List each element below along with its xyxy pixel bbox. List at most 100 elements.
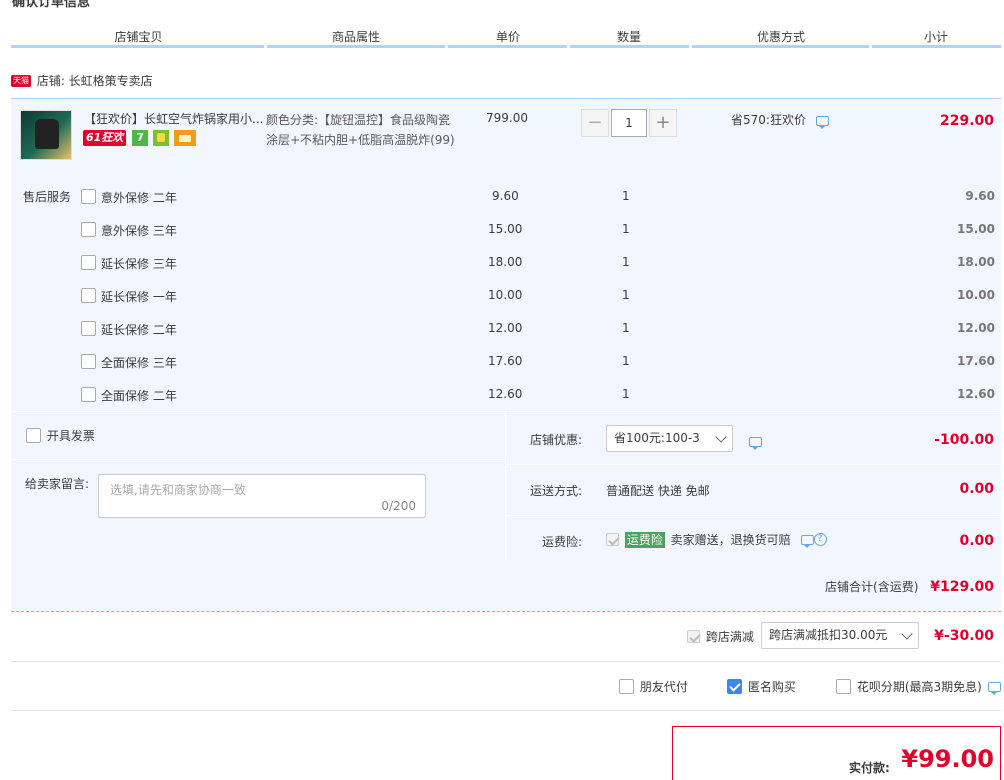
product-unit-price: 799.00 — [486, 111, 528, 125]
service-checkbox[interactable] — [81, 288, 96, 303]
service-qty: 1 — [622, 255, 630, 269]
decrease-qty-button[interactable]: − — [581, 109, 609, 137]
shop-name-link[interactable]: 店铺: 长虹格策专卖店 — [37, 74, 153, 88]
service-row: 延长保修 一年 10.00 1 10.00 — [0, 279, 1004, 312]
service-qty: 1 — [622, 321, 630, 335]
col-subtotal: 小计 — [923, 30, 948, 44]
cross-store-checkbox[interactable] — [687, 630, 700, 643]
service-price: 17.60 — [488, 354, 523, 368]
service-checkbox[interactable] — [81, 189, 96, 204]
divider — [11, 661, 1001, 662]
message-icon[interactable] — [987, 681, 1001, 695]
service-subtotal: 10.00 — [957, 288, 995, 302]
service-row: 意外保修 二年 9.60 1 9.60 — [0, 180, 1004, 213]
service-list: 意外保修 二年 9.60 1 9.60 意外保修 三年 15.00 1 15.0… — [0, 180, 1004, 411]
invoice-label: 开具发票 — [46, 429, 95, 443]
memo-counter: 0/200 — [381, 499, 416, 513]
service-checkbox[interactable] — [81, 255, 96, 270]
final-payment-amount: ¥99.00 — [901, 745, 994, 773]
promo-badges: 61狂欢 7 — [83, 130, 196, 146]
store-discount-amount: -100.00 — [934, 432, 994, 448]
service-row: 延长保修 三年 18.00 1 18.00 — [0, 246, 1004, 279]
final-payment-label: 实付款: — [849, 761, 890, 775]
service-price: 12.00 — [488, 321, 523, 335]
invoice-option: 开具发票 — [26, 427, 95, 444]
service-name: 意外保修 三年 — [101, 224, 177, 238]
service-row: 全面保修 二年 12.60 1 12.60 — [0, 378, 1004, 411]
product-discount-text: 省570:狂欢价 — [731, 113, 806, 127]
cross-store-value: 跨店满减抵扣30.00元 — [769, 628, 888, 642]
service-subtotal: 12.00 — [957, 321, 995, 335]
guarantee-icon — [152, 130, 169, 146]
anonymous-checkbox[interactable] — [727, 679, 742, 694]
service-checkbox[interactable] — [81, 387, 96, 402]
service-row: 延长保修 二年 12.00 1 12.00 — [0, 312, 1004, 345]
cross-store-select[interactable]: 跨店满减抵扣30.00元 — [761, 622, 919, 649]
service-subtotal: 17.60 — [957, 354, 995, 368]
service-subtotal: 15.00 — [957, 222, 995, 236]
service-name: 意外保修 二年 — [101, 191, 177, 205]
store-discount-value: 省100元:100-3 — [614, 431, 700, 445]
store-discount-select[interactable]: 省100元:100-3 — [606, 425, 733, 452]
shipping-amount: 0.00 — [959, 481, 994, 497]
service-qty: 1 — [622, 354, 630, 368]
col-attributes: 商品属性 — [331, 30, 380, 44]
service-name: 延长保修 一年 — [101, 290, 177, 304]
freight-insurance-amount: 0.00 — [959, 533, 994, 549]
col-divider — [11, 45, 264, 48]
service-qty: 1 — [622, 288, 630, 302]
service-row: 全面保修 三年 17.60 1 17.60 — [0, 345, 1004, 378]
service-row: 意外保修 三年 15.00 1 15.00 — [0, 213, 1004, 246]
service-checkbox[interactable] — [81, 321, 96, 336]
quantity-input[interactable]: 1 — [611, 109, 647, 137]
product-subtotal: 229.00 — [939, 113, 994, 129]
freight-insurance-checkbox[interactable] — [606, 533, 619, 546]
service-name: 全面保修 三年 — [101, 356, 177, 370]
anonymous-label: 匿名购买 — [747, 680, 796, 694]
service-checkbox[interactable] — [81, 222, 96, 237]
quantity-stepper: − 1 + — [581, 109, 677, 137]
huabei-option: 花呗分期(最高3期免息) — [836, 678, 1001, 695]
store-total-label: 店铺合计(含运费) — [825, 580, 919, 594]
col-shop-item: 店铺宝贝 — [114, 30, 163, 44]
friend-pay-label: 朋友代付 — [639, 680, 688, 694]
promo-badge: 61狂欢 — [83, 130, 127, 146]
service-qty: 1 — [622, 189, 630, 203]
col-quantity: 数量 — [616, 30, 641, 44]
tmall-badge: 天猫 — [11, 74, 31, 87]
huabei-checkbox[interactable] — [836, 679, 851, 694]
service-subtotal: 9.60 — [965, 189, 995, 203]
service-price: 12.60 — [488, 387, 523, 401]
product-title-link[interactable]: 【狂欢价】长虹空气炸锅家用小... — [84, 110, 262, 127]
service-price: 15.00 — [488, 222, 523, 236]
final-payment-box: 实付款: ¥99.00 — [672, 726, 1001, 780]
col-divider — [267, 45, 445, 48]
message-icon[interactable] — [815, 115, 829, 129]
card-pay-icon — [173, 130, 196, 146]
divider — [11, 710, 1001, 711]
col-divider — [570, 45, 689, 48]
freight-insurance-option: 运费险 卖家赠送，退换货可赔 ? — [606, 531, 827, 548]
col-divider — [692, 45, 869, 48]
invoice-checkbox[interactable] — [26, 428, 41, 443]
memo-input[interactable]: 选填,请先和商家协商一致 0/200 — [98, 474, 426, 518]
friend-pay-checkbox[interactable] — [619, 679, 634, 694]
service-subtotal: 18.00 — [957, 255, 995, 269]
chevron-down-icon — [715, 431, 727, 443]
anonymous-option: 匿名购买 — [727, 678, 796, 695]
service-name: 延长保修 三年 — [101, 257, 177, 271]
friend-pay-option: 朋友代付 — [619, 678, 688, 695]
help-icon[interactable]: ? — [813, 533, 827, 546]
service-subtotal: 12.60 — [957, 387, 995, 401]
section-title: 确认订单信息 — [12, 0, 91, 10]
cross-store-amount: ¥-30.00 — [934, 628, 994, 644]
message-icon[interactable] — [800, 534, 814, 548]
service-name: 全面保修 二年 — [101, 389, 177, 403]
col-divider — [448, 45, 567, 48]
product-image[interactable] — [20, 110, 72, 160]
message-icon[interactable] — [749, 436, 762, 450]
column-header-row: 店铺宝贝 商品属性 单价 数量 优惠方式 小计 — [11, 24, 1001, 48]
service-checkbox[interactable] — [81, 354, 96, 369]
increase-qty-button[interactable]: + — [649, 109, 677, 137]
memo-placeholder: 选填,请先和商家协商一致 — [110, 483, 246, 497]
